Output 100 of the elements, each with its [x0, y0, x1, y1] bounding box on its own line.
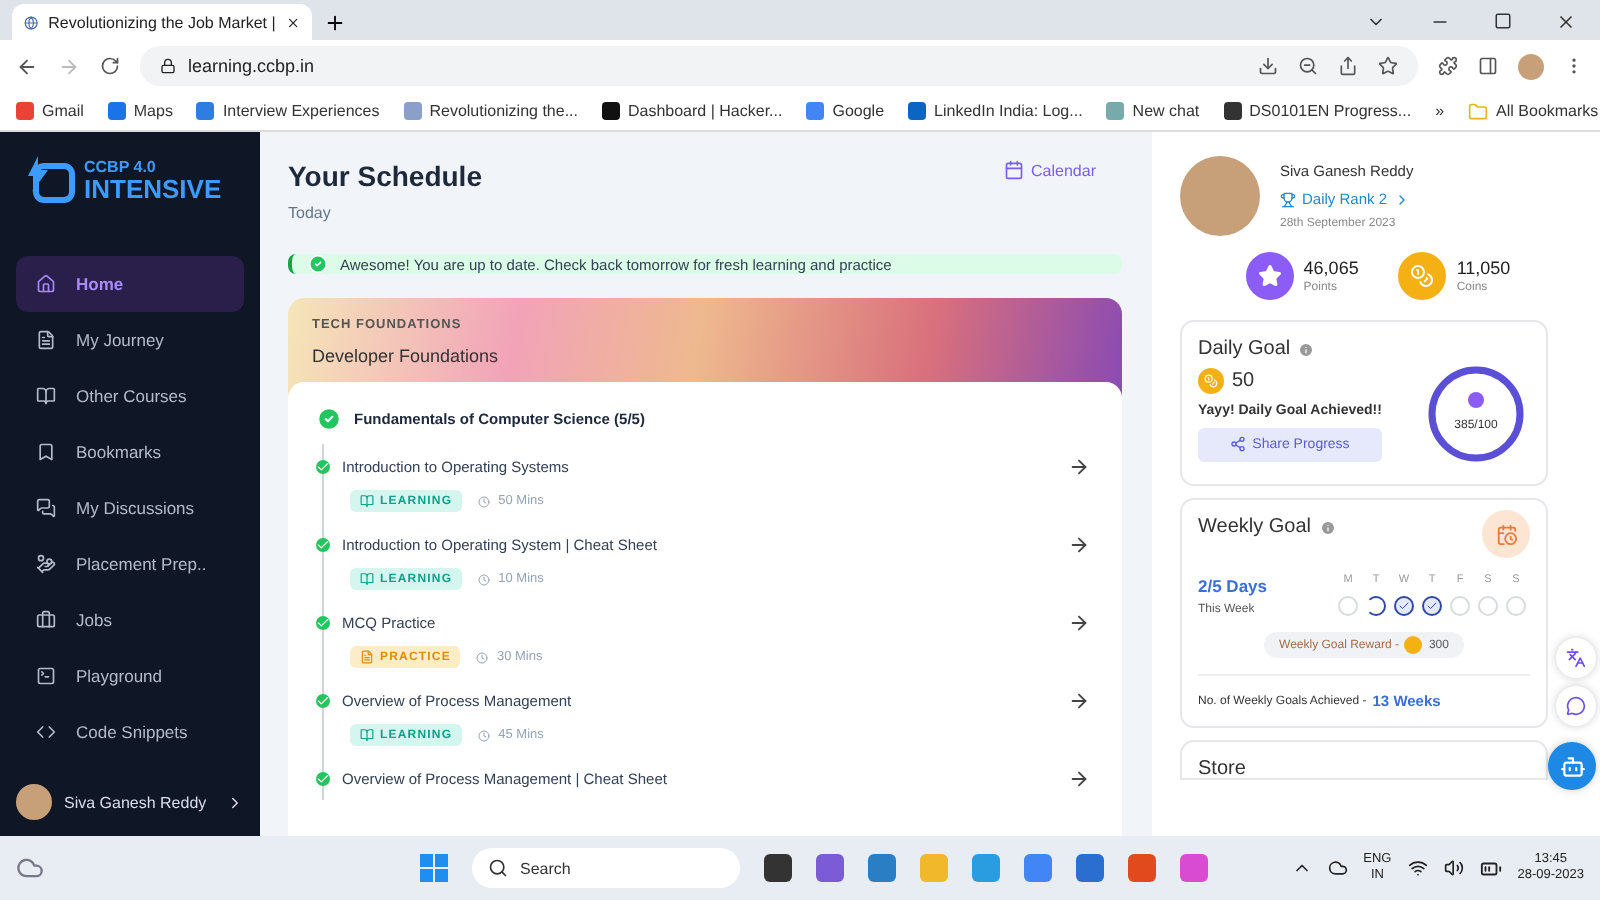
- close-icon[interactable]: [1556, 12, 1576, 32]
- subtitle: Today: [288, 204, 333, 222]
- maximize-icon[interactable]: [1494, 12, 1512, 30]
- bot-button[interactable]: [1548, 742, 1596, 790]
- logo-text: CCBP 4.0: [84, 159, 158, 175]
- arrow-icon[interactable]: [1068, 534, 1090, 556]
- share-icon[interactable]: [1338, 56, 1358, 76]
- bookmark-link[interactable]: New chat: [1106, 102, 1200, 120]
- bookmark-link[interactable]: Revolutionizing the...: [403, 102, 578, 120]
- info-icon[interactable]: [1298, 341, 1315, 357]
- card-title: Daily Goal: [1198, 338, 1291, 360]
- card-title: Store: [1198, 758, 1246, 780]
- favicon-icon: [806, 102, 825, 120]
- onedrive-icon[interactable]: [1327, 858, 1348, 878]
- bookmarks-overflow[interactable]: »: [1435, 102, 1445, 120]
- arrow-icon[interactable]: [1068, 456, 1090, 478]
- favicon-icon: [1223, 102, 1242, 120]
- coins-icon: [1204, 373, 1218, 387]
- coins-icon: [1410, 264, 1435, 288]
- logo-icon: [24, 156, 76, 204]
- nav-item[interactable]: Bookmarks: [16, 424, 244, 480]
- user-avatar: [1180, 156, 1260, 236]
- clipboard-icon: [360, 650, 374, 664]
- card-title: Weekly Goal: [1198, 516, 1312, 538]
- bookmark-link[interactable]: Gmail: [16, 102, 84, 120]
- nav-icon: [36, 330, 56, 350]
- favicon-icon: [1106, 102, 1125, 120]
- side-panel-icon[interactable]: [1478, 56, 1498, 76]
- arrow-icon[interactable]: [1068, 612, 1090, 634]
- weather-icon[interactable]: [16, 854, 44, 882]
- info-icon[interactable]: [1319, 519, 1336, 535]
- browser-tab[interactable]: Revolutionizing the Job Market |: [12, 4, 312, 40]
- windows-start-icon[interactable]: [420, 854, 448, 882]
- nav-item[interactable]: My Journey: [16, 312, 244, 368]
- translate-icon: [1566, 648, 1586, 668]
- arrow-icon[interactable]: [1068, 690, 1090, 712]
- bookmark-link[interactable]: DS0101EN Progress...: [1223, 102, 1412, 120]
- zoom-icon[interactable]: [1298, 56, 1318, 76]
- nav-item[interactable]: Other Courses: [16, 368, 244, 424]
- nav-icon: [36, 442, 56, 462]
- favicon-icon: [601, 102, 620, 120]
- coin-icon: [1404, 636, 1423, 654]
- back-icon[interactable]: [16, 55, 38, 77]
- nav-icon: [36, 554, 56, 574]
- calendar-link[interactable]: Calendar: [1003, 160, 1120, 180]
- close-icon[interactable]: [285, 13, 300, 31]
- address-bar[interactable]: learning.ccbp.in: [140, 46, 1418, 86]
- bookmark-link[interactable]: LinkedIn India: Log...: [908, 102, 1083, 120]
- coins-value: 11,050: [1456, 258, 1511, 278]
- clock-icon: [478, 495, 491, 507]
- robot-icon: [1559, 753, 1585, 779]
- calendar-clock-icon: [1495, 523, 1517, 545]
- nav-item[interactable]: Home: [16, 256, 244, 312]
- clock-icon: [478, 573, 491, 585]
- nav-icon: [36, 498, 56, 518]
- points-value: 46,065: [1303, 258, 1359, 278]
- star-icon: [1257, 264, 1282, 288]
- volume-icon[interactable]: [1443, 858, 1464, 878]
- coins-earned: 50: [1232, 369, 1255, 391]
- folder-icon: [1468, 101, 1489, 121]
- favicon-icon: [403, 102, 422, 120]
- download-icon[interactable]: [1258, 56, 1278, 76]
- book-icon: [360, 728, 374, 742]
- user-avatar[interactable]: [16, 784, 52, 820]
- nav-icon: [36, 386, 56, 406]
- user-name[interactable]: Siva Ganesh Reddy: [64, 793, 207, 811]
- all-bookmarks-link[interactable]: All Bookmarks: [1468, 101, 1599, 121]
- bookmark-link[interactable]: Interview Experiences: [196, 102, 380, 120]
- nav-item[interactable]: Code Snippets: [16, 704, 244, 760]
- logo-text: INTENSIVE: [84, 175, 222, 201]
- nav-item[interactable]: My Discussions: [16, 480, 244, 536]
- taskbar-search[interactable]: Search: [472, 848, 740, 888]
- favicon-icon: [196, 102, 215, 120]
- nav-icon: [36, 610, 56, 630]
- arrow-icon[interactable]: [1068, 768, 1090, 790]
- wifi-icon[interactable]: [1407, 858, 1428, 878]
- extensions-icon[interactable]: [1438, 56, 1458, 76]
- new-tab-icon[interactable]: [324, 12, 346, 34]
- bookmark-link[interactable]: Maps: [107, 102, 173, 120]
- nav-item[interactable]: Playground: [16, 648, 244, 704]
- lock-icon: [160, 58, 176, 74]
- bookmark-link[interactable]: Dashboard | Hacker...: [601, 102, 783, 120]
- bookmark-star-icon[interactable]: [1378, 56, 1398, 76]
- reload-icon[interactable]: [100, 56, 120, 76]
- days-count: 2/5 Days: [1198, 576, 1267, 596]
- calendar-icon: [1003, 160, 1024, 180]
- chat-button[interactable]: [1556, 686, 1596, 726]
- chat-icon: [1566, 696, 1586, 716]
- chevron-icon[interactable]: [226, 793, 244, 811]
- clock-icon: [478, 729, 491, 741]
- nav-item[interactable]: Placement Prep..: [16, 536, 244, 592]
- battery-icon[interactable]: [1479, 857, 1502, 879]
- course-title: Developer Foundations: [312, 346, 501, 366]
- page-title: Your Schedule: [288, 160, 482, 192]
- book-icon: [360, 494, 374, 508]
- taskbar-app-icon[interactable]: [764, 854, 792, 882]
- nav-item[interactable]: Jobs: [16, 592, 244, 648]
- translate-button[interactable]: [1556, 638, 1596, 678]
- nav-icon: [36, 274, 56, 294]
- bookmark-link[interactable]: Google: [806, 102, 885, 120]
